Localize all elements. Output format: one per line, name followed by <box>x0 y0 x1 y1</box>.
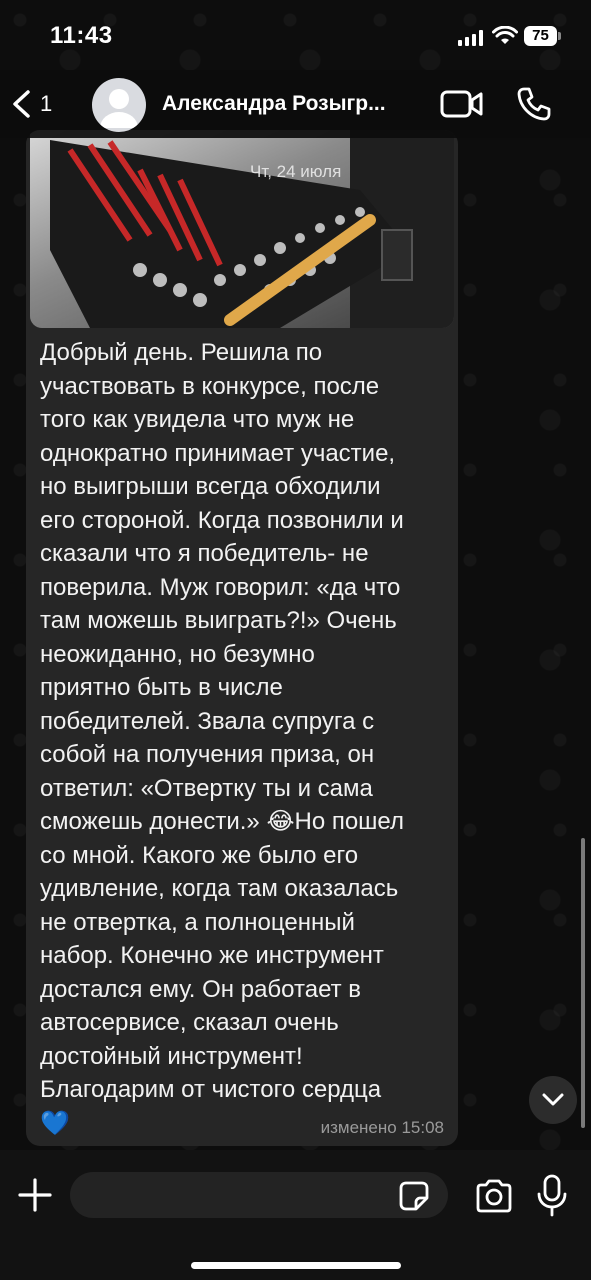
avatar-placeholder-icon <box>100 89 138 128</box>
input-bar <box>0 1150 591 1280</box>
chat-header: 1 Александра Розыгр... <box>0 70 591 138</box>
back-chevron-icon <box>13 90 30 118</box>
wifi-icon <box>492 25 518 46</box>
home-indicator <box>191 1262 401 1269</box>
plus-icon <box>18 1178 52 1212</box>
photo-date-label: Чт, 24 июля <box>250 162 342 181</box>
message-bubble[interactable]: Чт, 24 июля Добрый день. Решила по участ… <box>26 130 458 1146</box>
camera-icon <box>476 1179 512 1213</box>
video-call-button[interactable] <box>440 88 484 120</box>
status-time: 11:43 <box>50 22 113 49</box>
status-bar: 11:43 75 <box>0 0 591 70</box>
sticker-button[interactable] <box>398 1180 430 1212</box>
message-photo[interactable]: Чт, 24 июля <box>30 130 454 328</box>
message-text: Добрый день. Решила по участвовать в кон… <box>40 339 404 1137</box>
video-call-icon <box>440 90 483 118</box>
camera-button[interactable] <box>474 1178 514 1214</box>
sticker-icon <box>399 1181 429 1211</box>
battery-icon: 75 <box>524 26 562 46</box>
unread-count: 1 <box>40 91 53 116</box>
contact-name[interactable]: Александра Розыгр... <box>162 92 430 116</box>
microphone-icon <box>537 1174 567 1217</box>
avatar[interactable] <box>92 78 146 132</box>
attach-button[interactable] <box>16 1176 54 1214</box>
message-edited-time: изменено 15:08 <box>320 1118 444 1137</box>
chevron-down-icon <box>542 1093 564 1106</box>
battery-level: 75 <box>524 26 557 46</box>
phone-icon <box>517 87 551 121</box>
message-input[interactable] <box>70 1172 448 1218</box>
voice-call-button[interactable] <box>516 86 552 122</box>
signal-icon <box>458 30 484 46</box>
voice-message-button[interactable] <box>536 1174 568 1218</box>
scroll-to-bottom-button[interactable] <box>529 1076 577 1124</box>
scroll-indicator[interactable] <box>581 838 585 1128</box>
back-button[interactable]: 1 <box>10 84 68 124</box>
